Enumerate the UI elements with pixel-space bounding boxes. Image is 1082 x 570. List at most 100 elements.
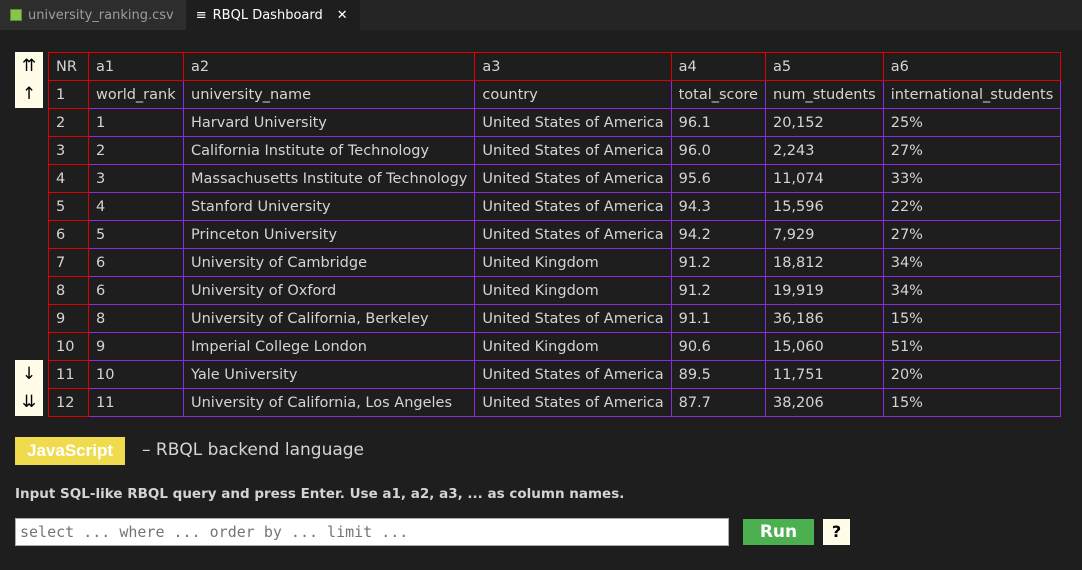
table-cell: 5 [88,220,184,249]
table-cell: 34% [882,276,1062,305]
table-cell: 87.7 [670,388,766,417]
table-cell: 8 [88,304,184,333]
table-row: 12 11 University of California, Los Angele… [48,388,1062,417]
table-cell: United Kingdom [474,332,672,361]
table-cell: United States of America [474,388,672,417]
help-button[interactable]: ? [823,519,850,545]
nav-top-group: ⇈ ↑ [15,52,43,108]
next-page-button[interactable]: ↓ [15,360,43,388]
table-cell: United States of America [474,360,672,389]
table-cell: 15% [882,304,1062,333]
column-header: NR [48,52,89,81]
tab-label: university_ranking.csv [28,7,174,23]
table-cell: 27% [882,136,1062,165]
table-cell: 91.2 [670,276,766,305]
table-cell: 18,812 [764,248,884,277]
tab-rbql-dashboard[interactable]: ≡ RBQL Dashboard ✕ [185,0,360,30]
table-cell: 11,751 [764,360,884,389]
run-button[interactable]: Run [743,519,814,545]
column-header: a4 [670,52,766,81]
row-number: 1 [48,80,89,109]
table-cell: 6 [88,248,184,277]
table-cell: 34% [882,248,1062,277]
table-cell: 94.3 [670,192,766,221]
row-number: 6 [48,220,89,249]
table-row: 5 4 Stanford University United States of Am… [48,192,1062,221]
table-cell: University of California, Berkeley [182,304,476,333]
row-number: 11 [48,360,89,389]
table-cell: 2 [88,136,184,165]
tab-label: RBQL Dashboard [212,7,323,23]
nav-bottom-group: ↓ ⇊ [15,360,43,416]
table-cell: 11 [88,388,184,417]
close-icon[interactable]: ✕ [337,8,348,23]
table-cell: world_rank [88,80,184,109]
table-cell: United States of America [474,108,672,137]
table-cell: international_students [882,80,1062,109]
table-cell: 10 [88,360,184,389]
table-cell: Massachusetts Institute of Technology [182,164,476,193]
document-icon: ≡ [195,7,207,23]
table-cell: university_name [182,80,476,109]
table-cell: Stanford University [182,192,476,221]
table-cell: 38,206 [764,388,884,417]
table-row: 1 world_rank university_name country total_s… [48,80,1062,109]
table-cell: 6 [88,276,184,305]
column-header: a5 [764,52,884,81]
row-number: 8 [48,276,89,305]
table-cell: 36,186 [764,304,884,333]
table-row: 7 6 University of Cambridge United Kingdom 9… [48,248,1062,277]
row-number: 10 [48,332,89,361]
csv-file-icon [10,9,22,21]
table-cell: 94.2 [670,220,766,249]
tab-csv-file[interactable]: university_ranking.csv [0,0,186,30]
backend-language-button[interactable]: JavaScript [15,437,125,465]
query-input[interactable] [15,518,729,546]
table-row: 11 10 Yale University United States of Amer… [48,360,1062,389]
table-cell: United States of America [474,164,672,193]
table-cell: Yale University [182,360,476,389]
previous-page-button[interactable]: ↑ [15,80,43,108]
header-row: NR a1 a2 a3 a4 a5 a6 [48,52,1062,81]
backend-language-label: – RBQL backend language [142,440,365,460]
table-cell: 22% [882,192,1062,221]
table-cell: University of California, Los Angeles [182,388,476,417]
table-cell: 1 [88,108,184,137]
table-cell: 7,929 [764,220,884,249]
table-cell: 91.1 [670,304,766,333]
table-cell: 15,060 [764,332,884,361]
last-page-button[interactable]: ⇊ [15,388,43,416]
table-cell: 25% [882,108,1062,137]
table-cell: 95.6 [670,164,766,193]
row-number: 5 [48,192,89,221]
table-cell: United Kingdom [474,248,672,277]
table-cell: 33% [882,164,1062,193]
table-row: 3 2 California Institute of Technology Unit… [48,136,1062,165]
table-row: 8 6 University of Oxford United Kingdom 91.2… [48,276,1062,305]
table-cell: 19,919 [764,276,884,305]
table-cell: country [474,80,672,109]
table-row: 6 5 Princeton University United States of A… [48,220,1062,249]
table-cell: 2,243 [764,136,884,165]
row-number: 2 [48,108,89,137]
row-number: 7 [48,248,89,277]
table-cell: num_students [764,80,884,109]
row-number: 12 [48,388,89,417]
table-cell: 96.1 [670,108,766,137]
table-cell: 27% [882,220,1062,249]
table-cell: 89.5 [670,360,766,389]
table-cell: University of Oxford [182,276,476,305]
table-cell: California Institute of Technology [182,136,476,165]
table-cell: total_score [670,80,766,109]
table-cell: 96.0 [670,136,766,165]
first-page-button[interactable]: ⇈ [15,52,43,80]
table-cell: Princeton University [182,220,476,249]
table-cell: United States of America [474,192,672,221]
table-cell: 9 [88,332,184,361]
row-number: 9 [48,304,89,333]
table-cell: University of Cambridge [182,248,476,277]
table-cell: 20,152 [764,108,884,137]
table-cell: 20% [882,360,1062,389]
table-cell: 4 [88,192,184,221]
row-number: 3 [48,136,89,165]
